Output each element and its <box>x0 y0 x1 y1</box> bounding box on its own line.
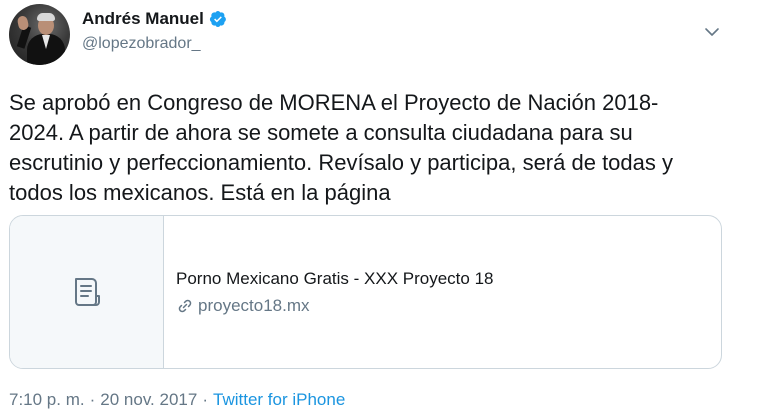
card-title[interactable]: Porno Mexicano Gratis - XXX Proyecto 18 <box>176 268 711 290</box>
tweet-source[interactable]: Twitter for iPhone <box>213 390 345 410</box>
meta-separator: · <box>89 390 96 409</box>
author-handle[interactable]: @lopezobrador_ <box>82 35 201 53</box>
tweet: Andrés Manuel @lopezobrador_ Se aprobó e… <box>0 0 770 420</box>
link-icon <box>178 299 192 313</box>
card-url-row: proyecto18.mx <box>176 296 711 316</box>
verified-badge-icon <box>209 10 227 28</box>
card-body: Porno Mexicano Gratis - XXX Proyecto 18 … <box>176 268 711 316</box>
tweet-date[interactable]: 20 nov. 2017 <box>100 390 197 410</box>
document-icon <box>74 278 100 306</box>
author-name-row: Andrés Manuel <box>82 9 227 29</box>
card-url[interactable]: proyecto18.mx <box>198 296 310 316</box>
tweet-time[interactable]: 7:10 p. m. <box>9 390 85 410</box>
tweet-text: Se aprobó en Congreso de MORENA el Proye… <box>9 90 673 205</box>
author-display-name[interactable]: Andrés Manuel <box>82 9 204 29</box>
link-card[interactable]: Porno Mexicano Gratis - XXX Proyecto 18 … <box>9 215 722 369</box>
avatar[interactable] <box>9 4 70 65</box>
tweet-meta: 7:10 p. m. · 20 nov. 2017 · Twitter for … <box>9 390 345 410</box>
meta-separator: · <box>202 390 208 409</box>
avatar-hair <box>37 13 55 21</box>
card-media <box>10 216 164 368</box>
chevron-down-icon[interactable] <box>702 22 722 42</box>
